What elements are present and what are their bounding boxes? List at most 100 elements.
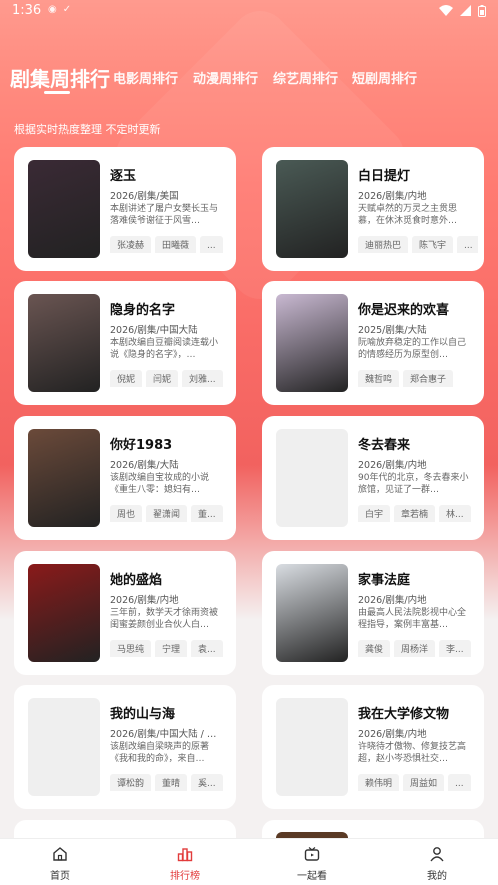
bottom-navigation: 首页 排行榜 一起看 我的 — [0, 838, 498, 885]
card-description: 该剧改编自宝妆成的小说《重生八零：媳妇有… — [110, 473, 210, 495]
cast-tag[interactable]: 刘雅... — [182, 370, 223, 387]
cast-tag[interactable]: 周也 — [110, 505, 143, 522]
card-meta: 2026/剧集/大陆 — [110, 460, 179, 471]
card-title: 我在大学修文物 — [358, 707, 450, 722]
cast-tags: 龚俊 周杨洋 李... — [358, 637, 478, 657]
ranking-card[interactable]: 你是迟来的欢喜 2025/剧集/大陆阮喻放弃稳定的工作以自己的情感经历为原型创… 魏… — [262, 281, 484, 405]
home-icon — [53, 847, 67, 861]
card-title: 隐身的名字 — [110, 303, 176, 318]
cast-tag[interactable]: 龚俊 — [358, 640, 391, 657]
cast-tag[interactable]: 魏哲鸣 — [358, 370, 400, 387]
cast-tags: 赖伟明 周益如... — [358, 771, 478, 791]
notification-icons: ◉✓ — [48, 4, 78, 15]
cover-image — [28, 160, 100, 258]
cast-tag[interactable]: 闫妮 — [146, 370, 179, 387]
card-description: 本剧讲述了屠户女樊长玉与落难侯爷谢征于风雪… — [110, 204, 219, 226]
tv-icon — [304, 847, 320, 861]
card-description: 本剧改编自豆瓣阅读连载小说《隐身的名字》，… — [110, 338, 219, 360]
cast-tag[interactable]: 章若楠 — [394, 505, 436, 522]
status-bar: 1:36 ◉✓ — [0, 0, 498, 22]
cover-image — [28, 564, 100, 662]
tab-variety-weekly[interactable]: 综艺周排行 — [273, 68, 338, 87]
tab-anime-weekly[interactable]: 动漫周排行 — [193, 68, 258, 87]
card-description: 该剧改编自梁晓声的原著《我和我的命》，来自… — [110, 742, 210, 764]
status-right-icons — [439, 3, 486, 17]
ranking-tabs: 剧集周排行 电影周排行 动漫周排行 综艺周排行 短剧周排行 — [0, 60, 498, 100]
cast-tag[interactable]: 李... — [439, 640, 471, 657]
cover-image — [28, 698, 100, 796]
cast-tag[interactable]: 郑合惠子 — [403, 370, 454, 387]
cast-tag[interactable]: 迪丽热巴 — [358, 236, 409, 253]
cast-tag[interactable]: 林... — [439, 505, 471, 522]
card-title: 你是迟来的欢喜 — [358, 303, 450, 318]
card-title: 白日提灯 — [358, 169, 411, 184]
cast-tag[interactable]: ... — [457, 236, 478, 253]
cast-tags: 倪妮 闫妮 刘雅... — [110, 367, 230, 387]
cast-tag[interactable]: 董... — [191, 505, 223, 522]
nav-profile[interactable]: 我的 — [397, 845, 477, 882]
card-meta: 2026/剧集/中国大陆 / … — [110, 729, 217, 740]
cast-tag[interactable]: 赖伟明 — [358, 774, 400, 791]
tab-drama-weekly[interactable]: 剧集周排行 — [10, 63, 110, 92]
nav-ranking[interactable]: 排行榜 — [145, 845, 225, 882]
tab-short-drama-weekly[interactable]: 短剧周排行 — [352, 68, 417, 87]
cast-tag[interactable]: 田曦薇 — [155, 236, 197, 253]
nav-home[interactable]: 首页 — [20, 845, 100, 882]
nav-profile-label: 我的 — [427, 871, 447, 882]
nav-home-label: 首页 — [50, 871, 70, 882]
cast-tags: 周也 翟潇闻 董... — [110, 502, 230, 522]
ranking-card[interactable]: 她的盛焰 2026/剧集/内地 三年前，数学天才徐雨资被闺蜜姜颜创业合伙人白… 马思纯… — [14, 551, 236, 675]
tab-movie-weekly[interactable]: 电影周排行 — [113, 68, 178, 87]
cast-tags: 张凌赫 田曦薇... — [110, 233, 230, 253]
ranking-subtitle: 根据实时热度整理 不定时更新 — [14, 123, 161, 136]
card-description: 阮喻放弃稳定的工作以自己的情感经历为原型创… — [358, 338, 467, 360]
card-meta: 2025/剧集/大陆 — [358, 325, 427, 336]
battery-icon — [478, 4, 486, 17]
cast-tag[interactable]: 袁... — [191, 640, 223, 657]
cast-tags: 迪丽热巴 陈飞宇... — [358, 233, 478, 253]
cast-tag[interactable]: 谭松韵 — [110, 774, 152, 791]
cast-tag[interactable]: 周益如 — [403, 774, 445, 791]
card-meta: 2026/剧集/内地 — [358, 595, 427, 606]
ranking-card[interactable]: 隐身的名字 2026/剧集/中国大陆本剧改编自豆瓣阅读连载小说《隐身的名字》，… 倪… — [14, 281, 236, 405]
ranking-icon — [177, 848, 193, 862]
card-description: 90年代的北京，冬去春来小旅馆，见证了一群… — [358, 473, 469, 495]
card-title: 你好1983 — [110, 438, 173, 453]
card-title: 家事法庭 — [358, 573, 411, 588]
ranking-card[interactable]: 我的山与海 2026/剧集/中国大陆 / … 该剧改编自梁晓声的原著《我和我的命》，… — [14, 685, 236, 809]
card-meta: 2026/剧集/美国 — [110, 191, 179, 202]
ranking-card[interactable]: 白日提灯 2026/剧集/内地 天赋卓然的万灵之主贯思慕，在休沐觅食时意外… 迪丽热巴… — [262, 147, 484, 271]
cast-tag[interactable]: 陈飞宇 — [412, 236, 454, 253]
nav-ranking-label: 排行榜 — [170, 871, 200, 882]
cast-tag[interactable]: 奚... — [191, 774, 223, 791]
cast-tag[interactable]: ... — [200, 236, 223, 253]
ranking-card[interactable]: 你好1983 2026/剧集/大陆 该剧改编自宝妆成的小说《重生八零：媳妇有… 周也… — [14, 416, 236, 540]
card-description: 由最高人民法院影视中心全程指导，案例丰富基… — [358, 608, 467, 630]
cover-image — [276, 564, 348, 662]
cast-tag[interactable]: 宁理 — [155, 640, 188, 657]
cast-tags: 魏哲鸣 郑合惠子 — [358, 367, 478, 387]
ranking-card[interactable]: 我在大学修文物 2026/剧集/内地许晓待才傲物、修复技艺高超，赵小岑恐惧社交… 赖… — [262, 685, 484, 809]
card-meta: 2026/剧集/内地 — [110, 595, 179, 606]
card-title: 冬去春来 — [358, 438, 411, 453]
cast-tag[interactable]: 白宇 — [358, 505, 391, 522]
cast-tag[interactable]: ... — [448, 774, 471, 791]
ranking-card[interactable]: 家事法庭 2026/剧集/内地由最高人民法院影视中心全程指导，案例丰富基… 龚俊 周杨… — [262, 551, 484, 675]
cast-tag[interactable]: 董晴 — [155, 774, 188, 791]
card-meta: 2026/剧集/内地 — [358, 191, 427, 202]
cast-tag[interactable]: 马思纯 — [110, 640, 152, 657]
cast-tag[interactable]: 周杨洋 — [394, 640, 436, 657]
cast-tag[interactable]: 倪妮 — [110, 370, 143, 387]
cast-tag[interactable]: 翟潇闻 — [146, 505, 188, 522]
card-description: 许晓待才傲物、修复技艺高超，赵小岑恐惧社交… — [358, 742, 467, 764]
cover-image — [276, 160, 348, 258]
ranking-card[interactable]: 冬去春来 2026/剧集/内地 90年代的北京，冬去春来小旅馆，见证了一群… 白宇 章若… — [262, 416, 484, 540]
cast-tags: 白宇 章若楠 林... — [358, 502, 478, 522]
card-title: 逐玉 — [110, 169, 137, 184]
cast-tag[interactable]: 张凌赫 — [110, 236, 152, 253]
card-meta: 2026/剧集/中国大陆 — [110, 325, 198, 336]
nav-watch-together[interactable]: 一起看 — [272, 845, 352, 882]
card-meta: 2026/剧集/内地 — [358, 460, 427, 471]
card-meta: 2026/剧集/内地 — [358, 729, 427, 740]
ranking-card[interactable]: 逐玉 2026/剧集/美国本剧讲述了屠户女樊长玉与落难侯爷谢征于风雪… 张凌赫 田曦薇… — [14, 147, 236, 271]
